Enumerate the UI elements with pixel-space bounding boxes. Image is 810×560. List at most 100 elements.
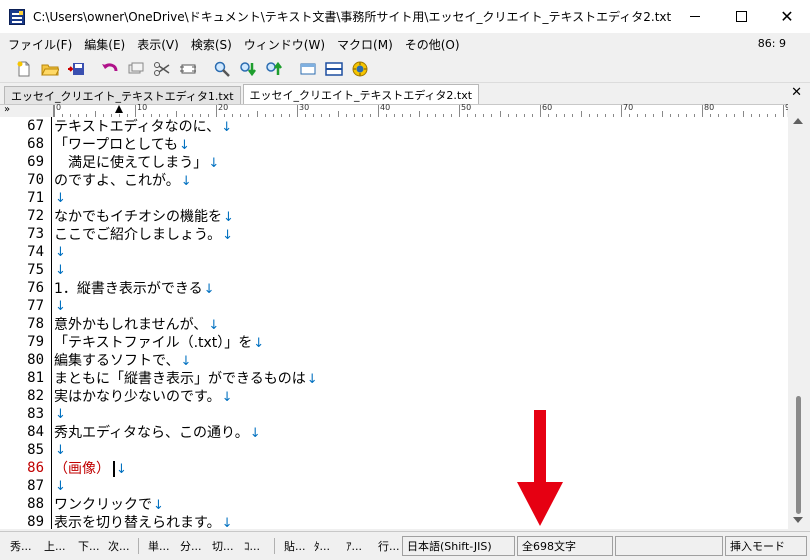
text-line[interactable]: 79 「テキストファイル（.txt）」を↓ — [0, 333, 788, 351]
text-line[interactable]: 74 ↓ — [0, 243, 788, 261]
eol-mark-icon: ↓ — [253, 336, 265, 351]
copy-icon[interactable] — [124, 58, 148, 80]
encoding-field[interactable]: 日本語(Shift-JIS) — [402, 536, 515, 556]
text-line[interactable]: 84 秀丸エディタなら、この通り。↓ — [0, 423, 788, 441]
eol-mark-icon: ↓ — [55, 479, 66, 494]
text-line[interactable]: 87 ↓ — [0, 477, 788, 495]
text-line[interactable]: 67 テキストエディタなのに、↓ — [0, 117, 788, 135]
save-icon[interactable] — [64, 58, 88, 80]
maximize-button[interactable] — [718, 0, 764, 34]
text-line[interactable]: 80 編集するソフトで、↓ — [0, 351, 788, 369]
eol-mark-icon: ↓ — [55, 443, 66, 458]
minimize-button[interactable] — [672, 0, 718, 34]
ruler-label: 10 — [137, 103, 148, 112]
line-number: 88 — [27, 496, 44, 512]
close-tab-icon[interactable]: ✕ — [791, 85, 802, 100]
insert-mode-field[interactable]: 挿入モード — [725, 536, 807, 556]
text-editor[interactable]: 67 テキストエディタなのに、↓ 68 「ワープロとしても↓ 69 満足に使えてしまう」… — [0, 117, 788, 529]
text-line[interactable]: 69 満足に使えてしまう」↓ — [0, 153, 788, 171]
paste-icon[interactable] — [176, 58, 200, 80]
text-line[interactable]: 77 ↓ — [0, 297, 788, 315]
line-number: 79 — [27, 334, 44, 350]
scroll-thumb[interactable] — [796, 396, 801, 514]
menu-file[interactable]: ファイル(F) — [0, 36, 78, 53]
eol-mark-icon: ↓ — [116, 462, 127, 477]
status-button-copy[interactable]: ｺ... — [244, 538, 260, 554]
text-line[interactable]: 70 のですよ、これが。↓ — [0, 171, 788, 189]
menu-edit[interactable]: 編集(E) — [78, 36, 131, 53]
status-button-up[interactable]: 上... — [44, 538, 66, 554]
status-button-down[interactable]: 下... — [78, 538, 100, 554]
find-down-icon[interactable] — [236, 58, 260, 80]
split-window-icon[interactable] — [322, 58, 346, 80]
text-line[interactable]: 82 実はかなり少ないのです。↓ — [0, 387, 788, 405]
window-icon[interactable] — [296, 58, 320, 80]
text-line[interactable]: 71 ↓ — [0, 189, 788, 207]
line-content: 秀丸エディタなら、この通り。 — [54, 425, 249, 441]
line-number: 72 — [27, 208, 44, 224]
tab-document-2[interactable]: エッセイ_クリエイト_テキストエディタ2.txt — [242, 84, 480, 104]
find-icon[interactable] — [210, 58, 234, 80]
eol-mark-icon: ↓ — [55, 299, 66, 314]
ruler-label: 20 — [218, 103, 229, 112]
text-line[interactable]: 88 ワンクリックで↓ — [0, 495, 788, 513]
eol-mark-icon: ↓ — [208, 318, 220, 333]
cursor-position: 86: 9 — [757, 37, 786, 50]
status-button-hidemaru[interactable]: 秀... — [10, 538, 32, 554]
eol-mark-icon: ↓ — [179, 138, 190, 153]
eol-mark-icon: ↓ — [221, 390, 233, 405]
eol-mark-icon: ↓ — [180, 354, 192, 369]
menu-macro[interactable]: マクロ(M) — [331, 36, 399, 53]
text-line[interactable]: 76 1．縦書き表示ができる↓ — [0, 279, 788, 297]
scroll-up-icon[interactable] — [793, 118, 803, 124]
text-line[interactable]: 73 ここでご紹介しましょう。↓ — [0, 225, 788, 243]
close-button[interactable]: ✕ — [764, 0, 810, 34]
line-number: 71 — [27, 190, 44, 206]
menu-view[interactable]: 表示(V) — [131, 36, 185, 53]
text-line[interactable]: 89 表示を切り替えられます。↓ — [0, 513, 788, 529]
text-line[interactable]: 83 ↓ — [0, 405, 788, 423]
line-content: テキストエディタなのに、 — [54, 119, 221, 135]
text-line[interactable]: 75 ↓ — [0, 261, 788, 279]
find-up-icon[interactable] — [262, 58, 286, 80]
text-line[interactable]: 85 ↓ — [0, 441, 788, 459]
line-number: 73 — [27, 226, 44, 242]
status-button-tag[interactable]: ﾀ... — [314, 538, 330, 554]
menu-search[interactable]: 検索(S) — [185, 36, 238, 53]
ruler-label: 60 — [542, 103, 553, 112]
app-icon[interactable] — [9, 8, 25, 25]
macro-icon[interactable] — [348, 58, 372, 80]
line-number: 81 — [27, 370, 44, 386]
line-number: 87 — [27, 478, 44, 494]
status-button-line[interactable]: 行... — [378, 538, 400, 554]
line-text: ↓ — [54, 442, 66, 458]
scroll-down-icon[interactable] — [793, 517, 803, 523]
text-line[interactable]: 78 意外かもしれませんが、↓ — [0, 315, 788, 333]
line-content: 1．縦書き表示ができる — [54, 281, 203, 297]
cut-icon[interactable] — [150, 58, 174, 80]
status-button-next[interactable]: 次... — [108, 538, 130, 554]
line-text: 1．縦書き表示ができる↓ — [54, 278, 215, 298]
undo-icon[interactable] — [98, 58, 122, 80]
status-button-outline[interactable]: ｱ... — [346, 538, 362, 554]
eol-mark-icon: ↓ — [203, 282, 215, 297]
open-folder-icon[interactable] — [38, 58, 62, 80]
title-bar: C:\Users\owner\OneDrive\ドキュメント\テキスト文書\事務… — [0, 0, 810, 34]
menu-window[interactable]: ウィンドウ(W) — [238, 36, 331, 53]
tab-document-1[interactable]: エッセイ_クリエイト_テキストエディタ1.txt — [4, 86, 241, 104]
ruler-expand-icon[interactable]: » — [4, 104, 10, 115]
text-line[interactable]: 81 まともに「縦書き表示」ができるものは↓ — [0, 369, 788, 387]
text-line[interactable]: 86 （画像） ↓ — [0, 459, 788, 477]
eol-mark-icon: ↓ — [306, 372, 318, 387]
status-button-split[interactable]: 分... — [180, 538, 202, 554]
menu-other[interactable]: その他(O) — [399, 36, 466, 53]
new-file-icon[interactable] — [12, 58, 36, 80]
text-line[interactable]: 72 なかでもイチオシの機能を↓ — [0, 207, 788, 225]
line-text: 意外かもしれませんが、↓ — [54, 314, 219, 334]
status-button-paste[interactable]: 貼... — [284, 538, 306, 554]
status-button-word[interactable]: 単... — [148, 538, 170, 554]
vertical-scrollbar[interactable] — [788, 104, 810, 529]
line-content: 「テキストファイル（.txt）」を — [54, 335, 253, 351]
status-button-cut[interactable]: 切... — [212, 538, 234, 554]
text-line[interactable]: 68 「ワープロとしても↓ — [0, 135, 788, 153]
